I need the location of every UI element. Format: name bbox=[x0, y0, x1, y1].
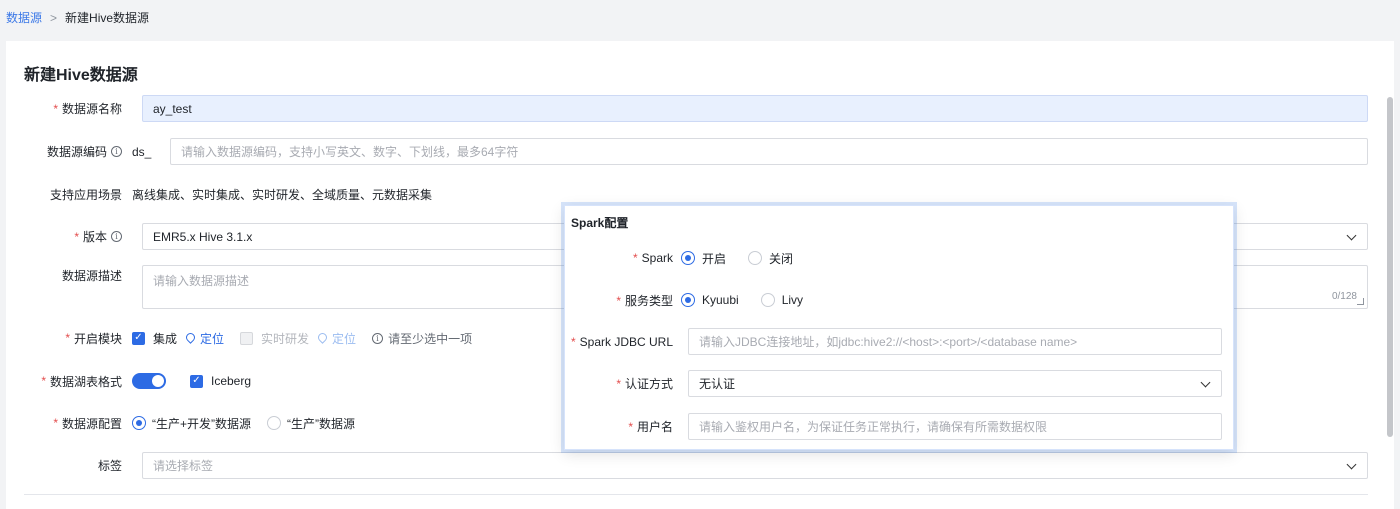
iceberg-label: Iceberg bbox=[211, 374, 252, 388]
name-input[interactable]: ay_test bbox=[142, 95, 1368, 122]
name-label: * 数据源名称 bbox=[53, 101, 122, 117]
username-input[interactable]: 请输入鉴权用户名，为保证任务正常执行，请确保有所需数据权限 bbox=[688, 413, 1222, 440]
username-label: * 用户名 bbox=[628, 420, 673, 434]
iceberg-checkbox[interactable]: ✓ bbox=[190, 374, 203, 388]
form-row-scenes: 支持应用场景 离线集成、实时集成、实时研发、全域质量、元数据采集 bbox=[6, 182, 1394, 206]
jdbc-url-input[interactable]: 请输入JDBC连接地址，如jdbc:hive2://<host>:<port>/… bbox=[688, 328, 1222, 355]
spark-row-toggle: * Spark 开启 关闭 bbox=[565, 249, 1235, 267]
chevron-down-icon bbox=[1200, 377, 1211, 388]
lake-format-label: * 数据湖表格式 bbox=[41, 374, 122, 389]
integration-locate-link[interactable]: 定位 bbox=[184, 330, 224, 347]
info-icon[interactable]: i bbox=[111, 231, 122, 242]
code-label: 数据源编码 i bbox=[6, 143, 132, 160]
spark-label: * Spark bbox=[632, 251, 673, 265]
config-prod-label: “生产”数据源 bbox=[287, 416, 356, 431]
auth-select[interactable]: 无认证 bbox=[688, 370, 1222, 397]
config-label: * 数据源配置 bbox=[53, 416, 122, 431]
scenes-value: 离线集成、实时集成、实时研发、全域质量、元数据采集 bbox=[132, 187, 433, 202]
location-pin-icon bbox=[316, 330, 329, 344]
auth-label: * 认证方式 bbox=[616, 377, 673, 391]
divider bbox=[24, 494, 1368, 495]
spark-off-label: 关闭 bbox=[769, 251, 794, 266]
tags-select[interactable]: 请选择标签 bbox=[142, 452, 1368, 479]
info-icon[interactable]: i bbox=[111, 146, 122, 157]
integration-checkbox[interactable]: ✓ bbox=[132, 331, 145, 345]
chevron-down-icon bbox=[1346, 230, 1357, 241]
jdbc-url-label: * Spark JDBC URL bbox=[570, 334, 673, 349]
location-pin-icon bbox=[184, 330, 197, 344]
spark-on-radio[interactable] bbox=[681, 251, 695, 265]
spark-row-service: * 服务类型 Kyuubi Livy bbox=[565, 291, 1235, 309]
chevron-down-icon bbox=[1346, 459, 1357, 470]
modules-hint: 请至少选中一项 bbox=[388, 331, 473, 346]
realtime-checkbox[interactable] bbox=[240, 331, 254, 345]
kyuubi-radio[interactable] bbox=[681, 293, 695, 307]
config-dev-prod-label: “生产+开发”数据源 bbox=[152, 416, 252, 431]
breadcrumb-separator: > bbox=[50, 10, 58, 25]
breadcrumb-datasource-link[interactable]: 数据源 bbox=[6, 9, 42, 26]
spark-config-title: Spark配置 bbox=[571, 216, 629, 230]
livy-radio[interactable] bbox=[760, 293, 775, 307]
kyuubi-label: Kyuubi bbox=[702, 293, 739, 307]
spark-off-radio[interactable] bbox=[748, 251, 763, 265]
breadcrumb: 数据源 > 新建Hive数据源 bbox=[6, 9, 149, 26]
code-input[interactable]: 请输入数据源编码，支持小写英文、数字、下划线，最多64字符 bbox=[170, 138, 1368, 165]
description-label: 数据源描述 bbox=[61, 268, 122, 283]
scrollbar[interactable] bbox=[1387, 97, 1393, 437]
realtime-label: 实时研发 bbox=[261, 331, 310, 346]
config-prod-radio[interactable] bbox=[267, 416, 282, 430]
scenes-label: 支持应用场景 bbox=[49, 187, 122, 202]
spark-on-label: 开启 bbox=[702, 251, 727, 266]
integration-label: 集成 bbox=[153, 331, 178, 346]
code-prefix: ds_ bbox=[132, 144, 152, 159]
service-type-label: * 服务类型 bbox=[616, 293, 673, 308]
config-dev-prod-radio[interactable] bbox=[132, 416, 146, 430]
tags-label: 标签 bbox=[97, 459, 122, 473]
info-icon: i bbox=[372, 332, 384, 344]
realtime-locate-link[interactable]: 定位 bbox=[316, 330, 356, 347]
page-title: 新建Hive数据源 bbox=[24, 67, 138, 84]
description-counter: 0/128 bbox=[1331, 291, 1357, 302]
modules-label: * 开启模块 bbox=[65, 331, 122, 346]
resize-handle-icon[interactable] bbox=[1357, 298, 1364, 305]
livy-label: Livy bbox=[781, 293, 804, 307]
breadcrumb-current: 新建Hive数据源 bbox=[65, 11, 150, 25]
spark-config-popover: Spark配置 * Spark 开启 关闭 * 服务类型 Kyuubi Livy *… bbox=[564, 205, 1234, 450]
version-label: * 版本 i bbox=[6, 228, 132, 245]
lake-format-toggle[interactable] bbox=[132, 373, 166, 389]
